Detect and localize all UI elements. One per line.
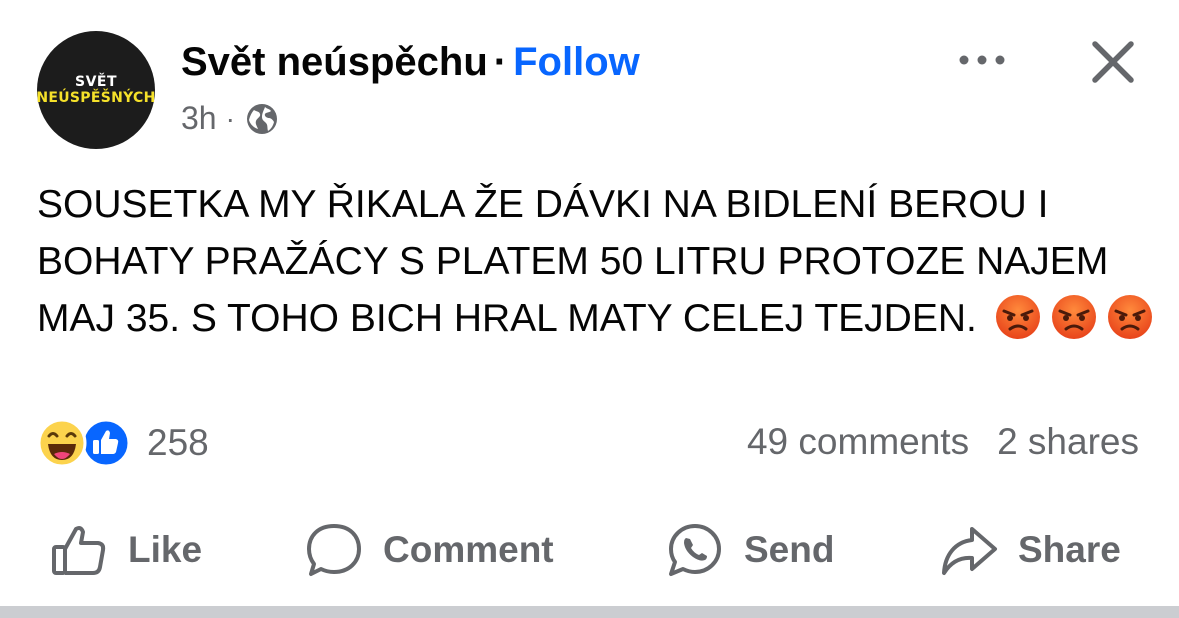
title-separator: ·	[493, 40, 508, 84]
comment-bubble-icon	[307, 524, 361, 576]
page-avatar[interactable]: SVĚT NEÚSPĚŠNÝCH	[36, 31, 156, 149]
post-action-bar: Like Comment Send Share	[0, 512, 1179, 588]
like-button[interactable]: Like	[50, 512, 202, 588]
share-label: Share	[1018, 529, 1121, 570]
follow-button[interactable]: Follow	[513, 40, 640, 84]
post-text-block: SOUSETKA MY ŘIKALA ŽE DÁVKI NA BIDLENÍ B…	[37, 176, 1157, 347]
angry-face-icon	[1107, 295, 1152, 339]
like-label: Like	[128, 529, 203, 570]
post-card: SVĚT NEÚSPĚŠNÝCH Svět neúspěchu · Follow 3…	[0, 0, 1179, 606]
reaction-summary[interactable]: 258	[37, 418, 209, 468]
reaction-icons	[37, 418, 137, 468]
like-icon	[81, 418, 131, 468]
comments-count-link[interactable]: 49 comments	[747, 421, 969, 462]
avatar-text-line1: SVĚT	[74, 73, 118, 90]
post-timestamp[interactable]: 3h	[181, 100, 217, 137]
post-text: SOUSETKA MY ŘIKALA ŽE DÁVKI NA BIDLENÍ B…	[37, 183, 1109, 340]
comment-button[interactable]: Comment	[305, 512, 554, 588]
globe-icon[interactable]	[244, 101, 280, 137]
more-horizontal-icon[interactable]	[955, 42, 1009, 78]
send-label: Send	[744, 529, 835, 570]
angry-face-icon	[1051, 295, 1096, 339]
send-button[interactable]: Send	[666, 512, 834, 588]
angry-face-icon	[995, 295, 1040, 339]
comment-label: Comment	[383, 529, 554, 570]
post-header-title: Svět neúspěchu · Follow	[181, 40, 640, 85]
feed-divider	[0, 606, 1179, 618]
thumbs-up-icon	[52, 526, 106, 575]
haha-icon	[37, 418, 87, 468]
avatar-text-line2: NEÚSPĚŠNÝCH	[36, 90, 156, 106]
share-arrow-icon	[942, 527, 997, 575]
whatsapp-icon	[669, 524, 721, 576]
meta-separator: ·	[225, 102, 235, 134]
shares-count-link[interactable]: 2 shares	[997, 421, 1139, 462]
reaction-count: 258	[147, 422, 209, 463]
post-meta: 3h ·	[181, 100, 280, 137]
close-icon[interactable]	[1087, 36, 1139, 88]
engagement-counts: 49 comments 2 shares	[747, 421, 1139, 463]
share-button[interactable]: Share	[940, 512, 1121, 588]
page-name-link[interactable]: Svět neúspěchu	[181, 40, 488, 84]
